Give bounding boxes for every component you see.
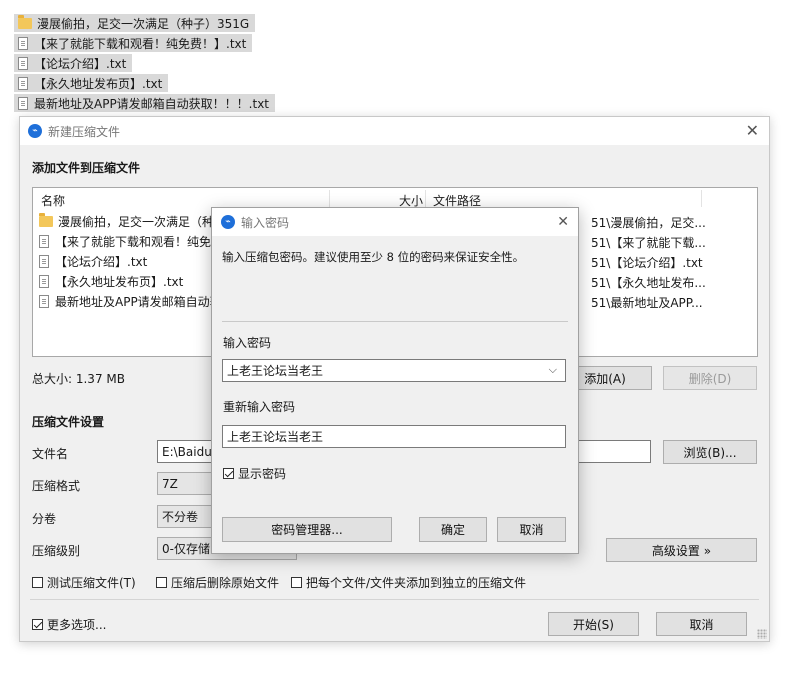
password-value: 上老王论坛当老王 [227, 364, 324, 378]
checkbox-box[interactable] [291, 577, 302, 588]
desktop-file-label: 【永久地址发布页】.txt [34, 76, 163, 91]
folder-icon [39, 212, 53, 227]
list-item-name: 【永久地址发布页】.txt [55, 274, 184, 289]
text-file-icon [18, 36, 28, 50]
separate-archives-checkbox[interactable]: 把每个文件/文件夹添加到独立的压缩文件 [291, 574, 526, 591]
delete-after-checkbox[interactable]: 压缩后删除原始文件 [156, 574, 279, 591]
add-files-section-title: 添加文件到压缩文件 [32, 161, 141, 175]
checkbox-box[interactable] [32, 619, 43, 630]
close-icon[interactable]: ✕ [557, 214, 569, 230]
list-item-path: 51\【来了就能下载... [591, 236, 706, 250]
checkbox-label: 测试压缩文件(T) [47, 576, 136, 590]
start-button[interactable]: 开始(S) [548, 612, 639, 636]
total-size-text: 总大小: 1.37 MB [32, 372, 125, 386]
column-separator [701, 190, 702, 207]
desktop-file-label: 【论坛介绍】.txt [34, 56, 127, 71]
column-separator [425, 190, 426, 207]
list-item-path: 51\【永久地址发布... [591, 276, 706, 290]
split-label: 分卷 [32, 512, 57, 526]
bottom-divider [30, 599, 759, 600]
text-file-icon [39, 294, 49, 308]
checkbox-label: 显示密码 [238, 467, 287, 481]
checkbox-box[interactable] [156, 577, 167, 588]
desktop-file-txt[interactable]: 【永久地址发布页】.txt [14, 74, 169, 92]
list-item[interactable]: 【来了就能下载和观看！纯免费 [39, 232, 223, 250]
cancel-button[interactable]: 取消 [656, 612, 747, 636]
list-item-name: 【论坛介绍】.txt [55, 254, 148, 269]
list-item-name: 【来了就能下载和观看！纯免费 [55, 234, 224, 249]
text-file-icon [18, 96, 28, 110]
desktop-file-label: 【来了就能下载和观看！纯免费！】.txt [34, 36, 247, 51]
desktop-file-label: 漫展偷拍，足交一次满足（种子）351G [37, 16, 250, 31]
ok-button[interactable]: 确定 [419, 517, 487, 542]
archive-settings-title: 压缩文件设置 [32, 415, 105, 429]
list-item[interactable]: 漫展偷拍，足交一次满足（种子） [39, 212, 238, 230]
dialog-title: 输入密码 [241, 216, 290, 230]
format-label: 压缩格式 [32, 479, 81, 493]
checkbox-box[interactable] [32, 577, 43, 588]
close-icon[interactable]: ✕ [746, 123, 759, 139]
resize-grip[interactable] [757, 629, 767, 639]
checkbox-label: 压缩后删除原始文件 [171, 576, 280, 590]
password-dialog: ⌁ 输入密码 ✕ 输入压缩包密码。建议使用至少 8 位的密码来保证安全性。 输入… [211, 207, 579, 554]
app-logo-icon: ⌁ [28, 124, 42, 138]
text-file-icon [39, 234, 49, 248]
text-file-icon [18, 56, 28, 70]
desktop-file-folder[interactable]: 漫展偷拍，足交一次满足（种子）351G [14, 14, 256, 32]
app-logo-icon: ⌁ [221, 215, 235, 229]
text-file-icon [39, 254, 49, 268]
filename-label: 文件名 [32, 447, 69, 461]
dialog-cancel-button[interactable]: 取消 [497, 517, 566, 542]
password-manager-button[interactable]: 密码管理器... [222, 517, 392, 542]
confirm-password-label: 重新输入密码 [223, 400, 296, 414]
list-item[interactable]: 【永久地址发布页】.txt [39, 272, 183, 290]
test-archive-checkbox[interactable]: 测试压缩文件(T) [32, 574, 136, 591]
browse-button[interactable]: 浏览(B)... [663, 440, 757, 464]
dialog-hint: 输入压缩包密码。建议使用至少 8 位的密码来保证安全性。 [222, 250, 525, 264]
desktop-file-txt[interactable]: 最新地址及APP请发邮箱自动获取！！！.txt [14, 94, 276, 112]
delete-button[interactable]: 删除(D) [663, 366, 757, 390]
list-item-path: 51\漫展偷拍，足交... [591, 216, 706, 230]
level-label: 压缩级别 [32, 544, 81, 558]
desktop-file-txt[interactable]: 【论坛介绍】.txt [14, 54, 133, 72]
dialog-divider [222, 321, 568, 322]
text-file-icon [18, 76, 28, 90]
checkbox-box[interactable] [223, 468, 234, 479]
checkbox-label: 更多选项... [47, 618, 107, 632]
list-item-path: 51\【论坛介绍】.txt [591, 256, 703, 270]
password-input[interactable]: 上老王论坛当老王 ⌵ [222, 359, 566, 382]
dialog-titlebar: ⌁ 输入密码 ✕ [212, 208, 578, 236]
confirm-password-input[interactable]: 上老王论坛当老王 [222, 425, 566, 448]
list-item-path: 51\最新地址及APP... [591, 296, 703, 310]
more-options-checkbox[interactable]: 更多选项... [32, 616, 106, 633]
password-label: 输入密码 [223, 336, 272, 350]
column-header-name[interactable]: 名称 [41, 192, 65, 209]
show-password-checkbox[interactable]: 显示密码 [223, 465, 286, 482]
folder-icon [18, 14, 32, 29]
desktop-file-label: 最新地址及APP请发邮箱自动获取！！！.txt [34, 96, 270, 111]
checkbox-label: 把每个文件/文件夹添加到独立的压缩文件 [306, 576, 527, 590]
chevron-down-icon[interactable]: ⌵ [549, 363, 557, 377]
list-item[interactable]: 最新地址及APP请发邮箱自动获 [39, 292, 222, 310]
list-item-name: 最新地址及APP请发邮箱自动获 [55, 294, 222, 309]
desktop-file-txt[interactable]: 【来了就能下载和观看！纯免费！】.txt [14, 34, 253, 52]
window-title: 新建压缩文件 [48, 125, 121, 139]
column-separator [329, 190, 330, 207]
window-titlebar: ⌁ 新建压缩文件 ✕ [20, 117, 769, 145]
text-file-icon [39, 274, 49, 288]
advanced-settings-button[interactable]: 高级设置 » [606, 538, 757, 562]
list-item[interactable]: 【论坛介绍】.txt [39, 252, 147, 270]
